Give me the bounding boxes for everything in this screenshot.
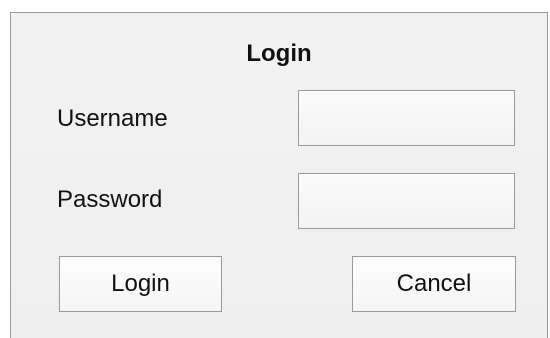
cancel-button[interactable]: Cancel — [352, 256, 516, 312]
login-button[interactable]: Login — [59, 256, 222, 312]
password-input[interactable] — [298, 173, 515, 229]
password-label: Password — [57, 186, 163, 213]
dialog-title: Login — [246, 40, 312, 67]
login-dialog: Login Username Password Login Cancel — [10, 12, 548, 338]
username-input[interactable] — [298, 90, 515, 146]
username-label: Username — [57, 105, 168, 132]
